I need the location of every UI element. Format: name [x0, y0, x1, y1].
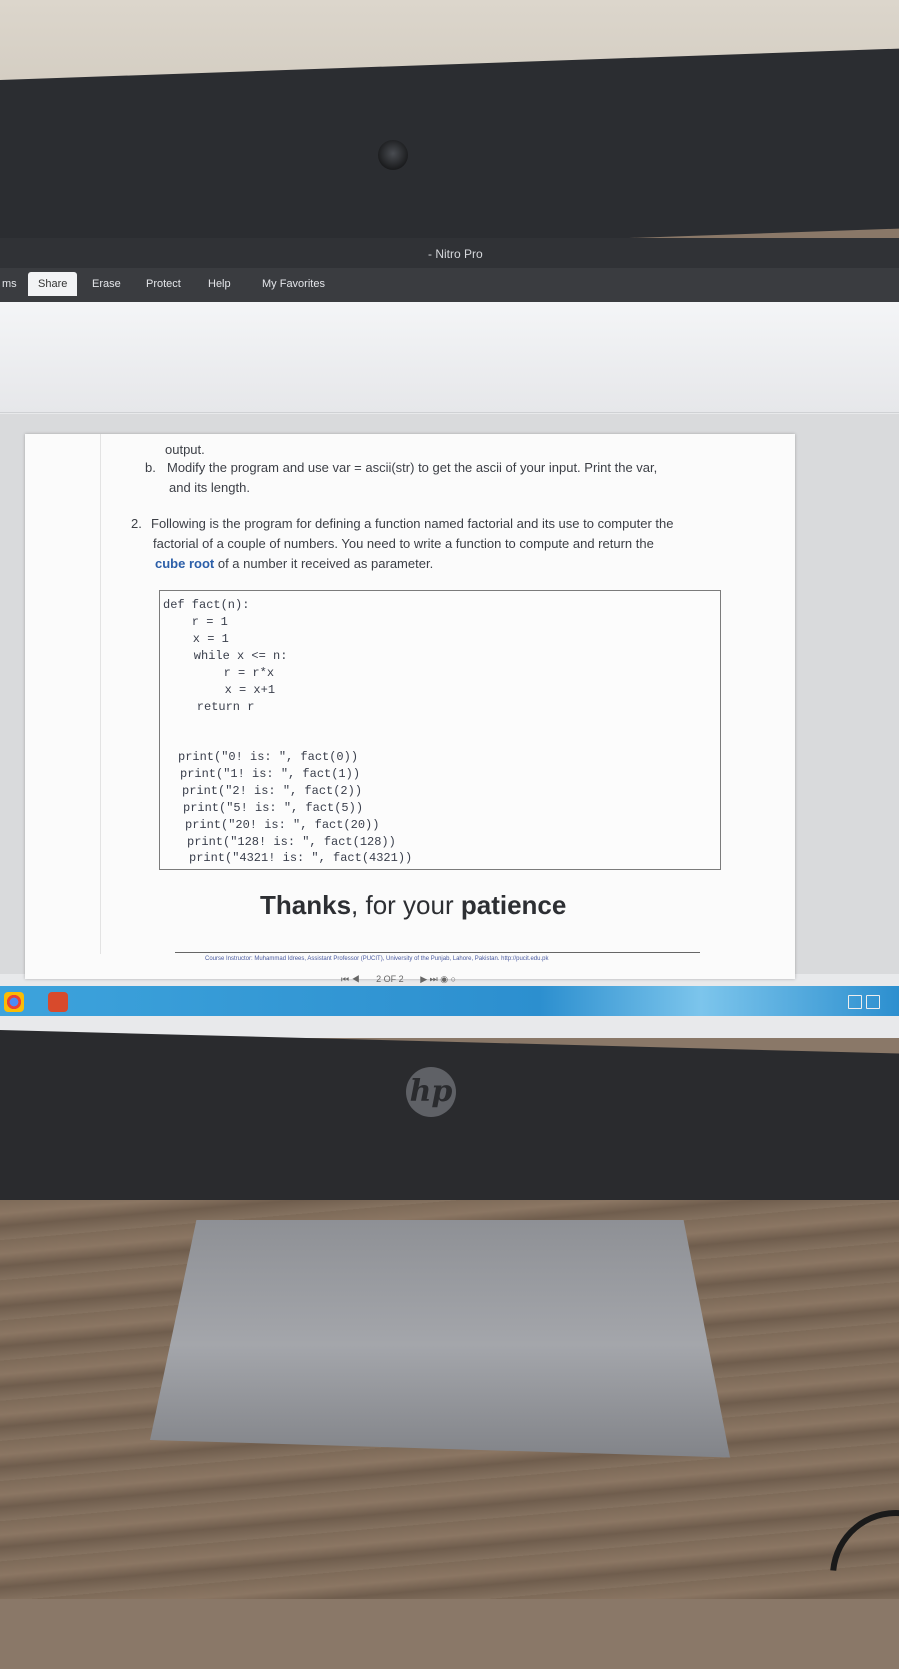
code-line: x = x+1: [167, 683, 276, 697]
code-line: r = r*x: [166, 666, 275, 680]
nitro-pro-icon[interactable]: [48, 992, 68, 1012]
item-b-prefix: b.: [145, 460, 156, 475]
code-line: print("2! is: ", fact(2)): [182, 784, 363, 798]
code-line: def fact(n):: [163, 598, 250, 612]
cube-root-emphasis: cube root: [155, 556, 215, 571]
code-line: print("128! is: ", fact(128)): [187, 835, 396, 849]
code-block: def fact(n): r = 1 x = 1 while x <= n: r…: [159, 590, 721, 870]
forward-icon[interactable]: ○: [451, 974, 456, 984]
item-2-line2: factorial of a couple of numbers. You ne…: [153, 536, 654, 551]
tray-window-icon[interactable]: [848, 995, 862, 1009]
tab-erase[interactable]: Erase: [92, 278, 121, 290]
next-page-icon[interactable]: ▶: [420, 974, 427, 984]
first-page-icon[interactable]: ⏮: [341, 974, 349, 984]
ribbon-panel: [0, 302, 899, 413]
patience-word: patience: [460, 890, 567, 920]
code-line: r = 1: [163, 615, 228, 629]
pdf-page: output. b. Modify the program and use va…: [25, 434, 795, 984]
page-number[interactable]: 2 OF 2: [376, 974, 404, 984]
code-line: print("20! is: ", fact(20)): [185, 818, 380, 832]
page-navigator: ⏮ ◀ 2 OF 2 ▶ ⏭ ◉ ○: [341, 974, 456, 985]
code-line: while x <= n:: [165, 649, 288, 663]
page-margin-line: [100, 434, 101, 954]
prev-page-icon[interactable]: ◀: [352, 974, 360, 984]
item-2-line1: Following is the program for defining a …: [151, 516, 674, 531]
code-line: print("1! is: ", fact(1)): [180, 767, 361, 781]
last-page-icon[interactable]: ⏭: [430, 974, 438, 984]
code-line: print("4321! is: ", fact(4321)): [189, 851, 413, 865]
back-icon[interactable]: ◉: [440, 974, 448, 984]
thanks-middle: , for your: [351, 890, 461, 920]
thanks-message: Thanks, for your patience: [260, 890, 566, 921]
tab-my-favorites[interactable]: My Favorites: [262, 278, 325, 290]
item-2-prefix: 2.: [131, 516, 142, 531]
item-2-line3: cube root of a number it received as par…: [155, 554, 433, 574]
code-line: return r: [168, 700, 255, 714]
window-title: - Nitro Pro: [428, 247, 483, 261]
tray-grid-icon[interactable]: [866, 995, 880, 1009]
item-b-line2: and its length.: [169, 480, 250, 495]
thanks-word: Thanks: [260, 890, 352, 920]
tab-ms[interactable]: ms: [2, 278, 17, 290]
item-2-line3-rest: of a number it received as parameter.: [214, 556, 434, 571]
text-output: output.: [165, 442, 205, 457]
monitor-bezel-top: [0, 48, 899, 260]
chrome-icon[interactable]: [4, 992, 24, 1012]
code-line: print("5! is: ", fact(5)): [183, 801, 364, 815]
code-line: print("0! is: ", fact(0)): [178, 750, 359, 764]
footer-divider: [175, 952, 700, 953]
windows-taskbar: [0, 986, 899, 1016]
window-titlebar: - Nitro Pro: [0, 238, 899, 268]
tab-help[interactable]: Help: [208, 278, 231, 290]
page-footer: Course Instructor: Muhammad Idrees, Assi…: [205, 956, 549, 962]
code-line: x = 1: [164, 632, 229, 646]
ribbon-tab-bar: ms Share Erase Protect Help My Favorites: [0, 268, 899, 302]
webcam: [378, 140, 408, 170]
tab-protect[interactable]: Protect: [146, 278, 181, 290]
monitor-screen: - Nitro Pro ms Share Erase Protect Help …: [0, 238, 899, 1038]
hp-logo: hp: [406, 1067, 456, 1117]
tab-share[interactable]: Share: [28, 272, 78, 296]
monitor-stand: [150, 1220, 730, 1458]
item-b-line1: Modify the program and use var = ascii(s…: [167, 460, 658, 475]
